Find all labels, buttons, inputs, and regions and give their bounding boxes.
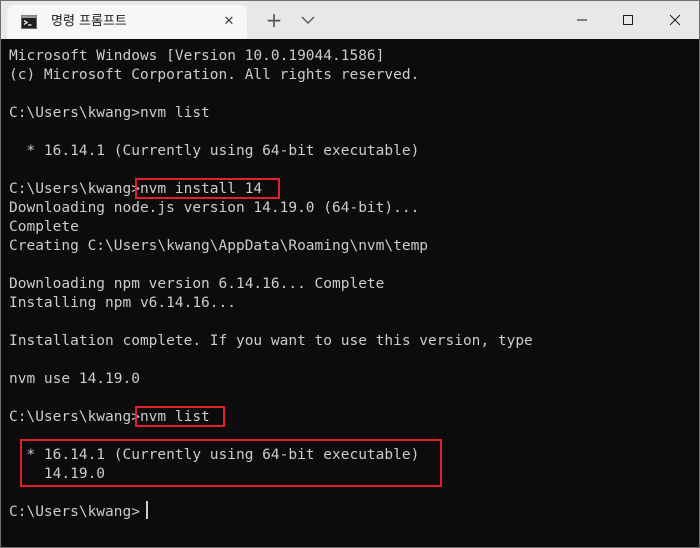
minimize-button[interactable]	[559, 1, 605, 39]
chevron-down-icon[interactable]	[298, 10, 318, 30]
terminal-line: * 16.14.1 (Currently using 64-bit execut…	[9, 143, 420, 159]
highlight-box-install-command	[135, 178, 280, 199]
terminal-line: C:\Users\kwang>	[9, 504, 140, 520]
maximize-icon	[623, 15, 633, 25]
terminal-output[interactable]: Microsoft Windows [Version 10.0.19044.15…	[1, 39, 699, 547]
terminal-line: (c) Microsoft Corporation. All rights re…	[9, 67, 420, 83]
terminal-line: Downloading npm version 6.14.16... Compl…	[9, 276, 385, 292]
terminal-line: C:\Users\kwang>nvm list	[9, 105, 210, 121]
command-prompt-icon	[21, 15, 37, 29]
new-tab-button[interactable]: +	[264, 10, 284, 30]
highlight-box-list-output	[20, 439, 442, 487]
highlight-box-list-command	[135, 406, 225, 427]
terminal-line: Installing npm v6.14.16...	[9, 295, 236, 311]
minimize-icon	[577, 19, 587, 21]
title-bar[interactable]: 명령 프롬프트 ✕ +	[1, 1, 699, 39]
close-tab-icon[interactable]: ✕	[221, 14, 237, 30]
terminal-line: Downloading node.js version 14.19.0 (64-…	[9, 200, 420, 216]
tab-command-prompt[interactable]: 명령 프롬프트 ✕	[7, 5, 247, 39]
terminal-line: Creating C:\Users\kwang\AppData\Roaming\…	[9, 238, 429, 254]
terminal-line: Microsoft Windows [Version 10.0.19044.15…	[9, 48, 385, 64]
maximize-button[interactable]	[605, 1, 651, 39]
close-icon	[669, 14, 681, 26]
terminal-line: Complete	[9, 219, 79, 235]
close-window-button[interactable]	[652, 1, 698, 39]
terminal-line: Installation complete. If you want to us…	[9, 333, 533, 349]
text-cursor	[146, 501, 148, 519]
terminal-window: 명령 프롬프트 ✕ + Microsoft Windows [Version 1…	[0, 0, 700, 548]
terminal-line: nvm use 14.19.0	[9, 371, 140, 387]
tab-title: 명령 프롬프트	[51, 14, 127, 29]
